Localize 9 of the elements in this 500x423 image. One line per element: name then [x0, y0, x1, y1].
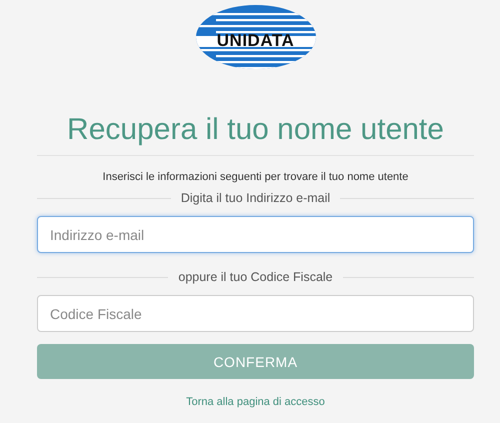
instruction-text: Inserisci le informazioni seguenti per trovare il tuo nome utente [102, 171, 408, 183]
divider-label: oppure il tuo Codice Fiscale [178, 270, 333, 284]
confirm-button[interactable]: CONFERMA [37, 344, 474, 379]
divider-label: Digita il tuo Indirizzo e-mail [180, 191, 330, 205]
input-field[interactable]: Indirizzo e-mail [37, 216, 474, 253]
input-field[interactable]: Codice Fiscale [37, 295, 474, 332]
logo-text: UNIDATA [216, 32, 296, 50]
page-title: Recupera il tuo nome utente [67, 113, 444, 147]
back-link[interactable]: Torna alla pagina di accesso [186, 396, 325, 408]
